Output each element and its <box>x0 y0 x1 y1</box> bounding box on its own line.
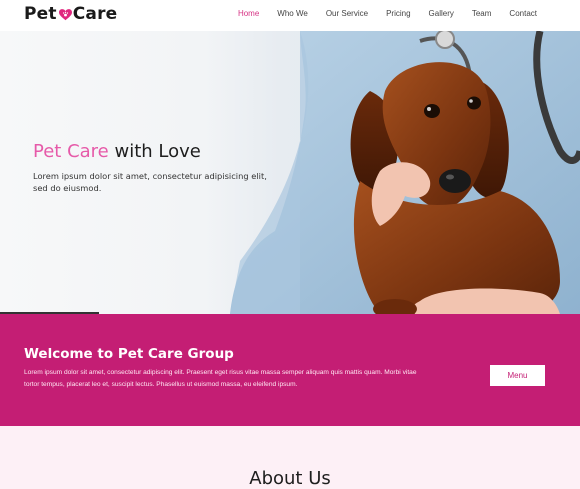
menu-button[interactable]: Menu <box>490 365 545 386</box>
hero-title-accent: Pet Care <box>33 141 109 162</box>
site-header: Pet Care Home Who We Our Service Pricing… <box>0 0 580 31</box>
welcome-title: Welcome to Pet Care Group <box>24 346 234 362</box>
hero-description: Lorem ipsum dolor sit amet, consectetur … <box>33 171 267 193</box>
nav-item-pricing[interactable]: Pricing <box>386 9 410 18</box>
nav-item-who-we[interactable]: Who We <box>277 9 308 18</box>
welcome-text: Lorem ipsum dolor sit amet, consectetur … <box>24 369 417 388</box>
welcome-section: Welcome to Pet Care Group Lorem ipsum do… <box>0 314 580 426</box>
heart-paw-icon <box>58 9 72 21</box>
about-title: About Us <box>249 468 331 489</box>
main-nav: Home Who We Our Service Pricing Gallery … <box>220 9 537 18</box>
brand-name-part2: Care <box>72 4 118 24</box>
nav-item-contact[interactable]: Contact <box>509 9 537 18</box>
hero-slider: Pet Care with Love Lorem ipsum dolor sit… <box>0 31 580 314</box>
hero-title: Pet Care with Love <box>33 141 278 162</box>
about-section: About Us <box>0 426 580 489</box>
nav-item-home[interactable]: Home <box>238 9 259 18</box>
nav-item-gallery[interactable]: Gallery <box>429 9 454 18</box>
nav-item-our-service[interactable]: Our Service <box>326 9 368 18</box>
nav-item-team[interactable]: Team <box>472 9 492 18</box>
hero-caption: Pet Care with Love Lorem ipsum dolor sit… <box>33 141 278 194</box>
brand-logo[interactable]: Pet Care <box>24 4 117 24</box>
brand-name-part1: Pet <box>24 4 57 24</box>
hero-title-rest: with Love <box>108 141 201 162</box>
